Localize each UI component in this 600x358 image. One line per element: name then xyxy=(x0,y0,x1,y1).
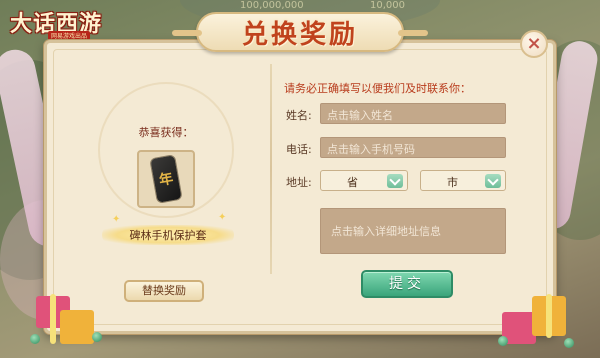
title-flourish-left xyxy=(172,30,202,36)
province-select[interactable]: 省 xyxy=(320,170,408,191)
reward-item-plate: 碑林手机保护套 xyxy=(102,225,234,245)
chevron-down-icon xyxy=(485,174,501,188)
address-detail-input[interactable]: 点击输入详细地址信息 xyxy=(320,208,506,254)
name-input[interactable]: 点击输入姓名 xyxy=(320,103,506,124)
gift-box-right-icon xyxy=(498,288,574,352)
phone-case-item-icon: 年 xyxy=(150,155,182,203)
form-notice: 请务必正确填写以便我们及时联系你： xyxy=(284,82,471,95)
close-button[interactable]: × xyxy=(520,30,548,58)
title-flourish-right xyxy=(398,30,428,36)
city-value: 市 xyxy=(447,176,458,189)
sparkle-icon: ✦ xyxy=(218,212,227,223)
game-logo: 大话西游 网易游戏出品 xyxy=(4,4,104,40)
address-label: 地址: xyxy=(286,176,312,189)
logo-subtitle: 网易游戏出品 xyxy=(48,31,91,40)
dialog-title-banner: 兑换奖励 xyxy=(172,12,428,52)
panel-divider xyxy=(270,64,272,274)
submit-button[interactable]: 提交 xyxy=(361,270,453,298)
phone-input[interactable]: 点击输入手机号码 xyxy=(320,137,506,158)
reward-item-frame: 年 xyxy=(137,150,195,208)
sparkle-icon: ✦ xyxy=(112,214,121,225)
gift-box-left-icon xyxy=(30,290,102,350)
congrats-label: 恭喜获得： xyxy=(138,126,194,139)
province-value: 省 xyxy=(347,176,358,189)
phone-label: 电话: xyxy=(286,143,312,156)
reward-item-name: 碑林手机保护套 xyxy=(129,229,207,242)
item-glyph: 年 xyxy=(157,170,175,190)
city-select[interactable]: 市 xyxy=(420,170,506,191)
chevron-down-icon xyxy=(387,174,403,188)
close-icon: × xyxy=(526,33,542,54)
swap-reward-button[interactable]: 替换奖励 xyxy=(124,280,204,302)
name-label: 姓名: xyxy=(286,109,312,122)
dialog-title: 兑换奖励 xyxy=(241,19,358,50)
